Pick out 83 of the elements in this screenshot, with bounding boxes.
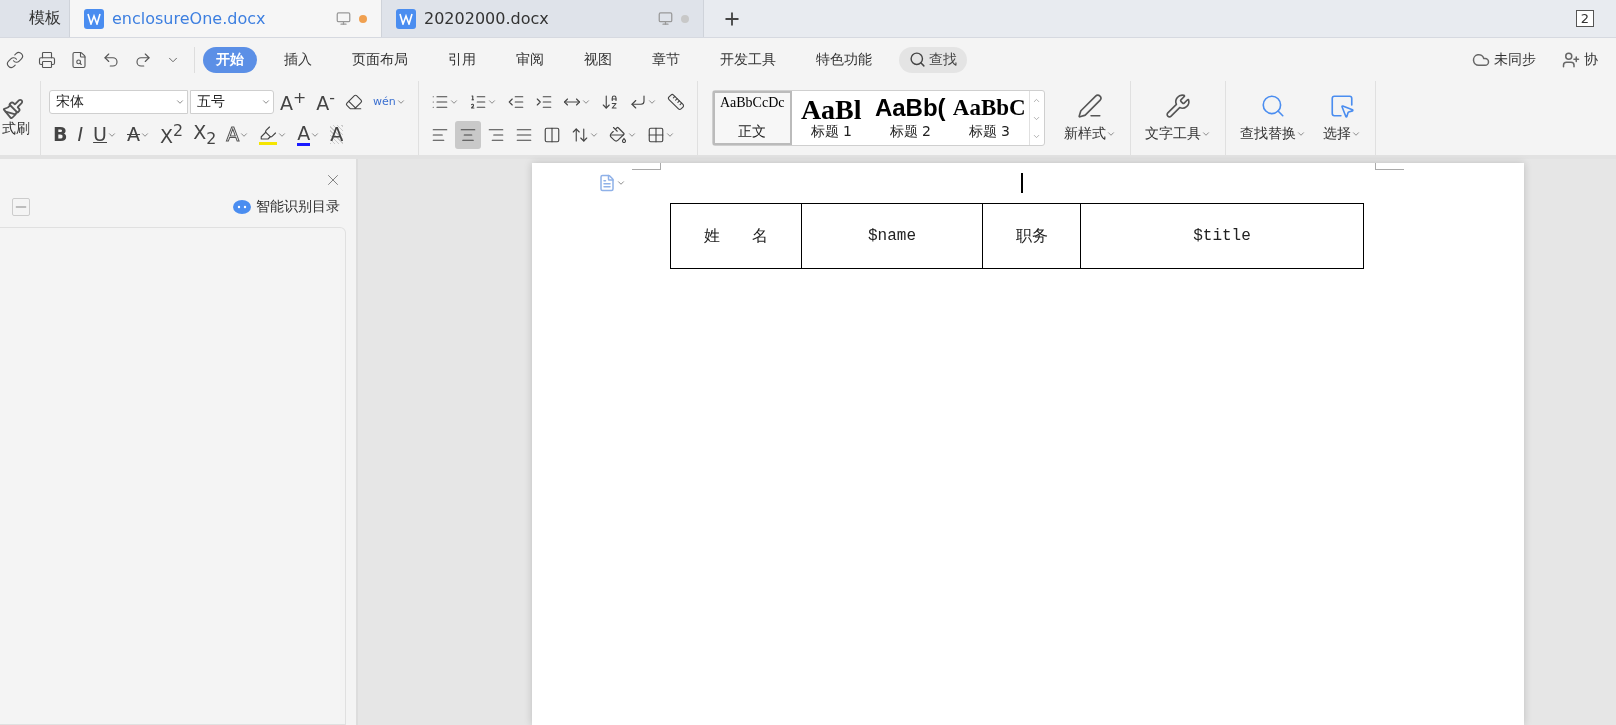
document-icon	[84, 8, 104, 29]
pen-icon	[1076, 93, 1103, 119]
caret-icon	[1350, 129, 1361, 139]
toolbar-button[interactable]: B	[49, 120, 72, 149]
toolbar-button[interactable]: A$^{+}$	[276, 87, 311, 116]
window-count[interactable]: 2	[1575, 10, 1594, 27]
toolbar-button[interactable]: wén	[369, 87, 410, 116]
caret-icon	[1295, 129, 1306, 139]
smart-toc-button[interactable]: 智能识别目录	[227, 197, 346, 217]
caret-icon	[1105, 129, 1116, 139]
sync-button[interactable]: 未同步	[1466, 49, 1542, 70]
print-preview-icon	[70, 50, 88, 69]
style-preview: AaBbCcDc	[719, 95, 785, 111]
tool-button[interactable]: 查找替换	[1233, 93, 1312, 143]
line-spacing-icon	[570, 125, 589, 144]
print-icon	[38, 50, 56, 69]
text-cursor	[1021, 173, 1023, 193]
border-icon	[646, 125, 665, 144]
style-label: 标题 2	[889, 123, 931, 141]
link-icon	[6, 50, 24, 69]
search-button[interactable]: 查找	[899, 46, 967, 73]
table-cell: 职务	[982, 203, 1081, 269]
toolbar-button[interactable]: A	[326, 120, 348, 149]
font-select[interactable]: 宋体	[49, 89, 188, 114]
monitor-icon	[336, 11, 351, 26]
document-icon	[396, 8, 416, 29]
style-label: 正文	[738, 123, 767, 141]
status-dot	[681, 14, 689, 23]
toolbar-button[interactable]: X$_{2}$	[189, 120, 221, 149]
search-icon	[909, 51, 926, 68]
menu-tab[interactable]: 视图	[571, 46, 625, 73]
menu-tab[interactable]: 特色功能	[803, 46, 885, 73]
undo-icon	[102, 50, 120, 69]
wrench-icon	[1164, 93, 1191, 119]
paint-bucket-icon	[608, 125, 627, 144]
toolbar-button[interactable]: U	[89, 120, 121, 149]
distribute-icon	[542, 125, 561, 144]
ruler-icon	[666, 92, 685, 111]
table-cell: 姓 名	[670, 203, 802, 269]
toolbar-button[interactable]: A$^{-}$	[312, 87, 339, 116]
add-user-icon	[1562, 50, 1580, 69]
style-preview: AaBl	[800, 95, 862, 123]
eraser-icon	[345, 92, 363, 111]
style-label: 标题 3	[968, 123, 1010, 141]
margin-mark	[1375, 163, 1404, 170]
dropdown-icon	[616, 178, 626, 188]
style-option[interactable]: AaBbCcDc 正文	[712, 91, 792, 145]
toolbar-button[interactable]: A	[123, 120, 154, 149]
redo-icon	[134, 50, 152, 69]
highlighter-icon	[259, 124, 278, 145]
table-cell: $title	[1080, 203, 1364, 269]
select-icon	[1328, 93, 1355, 119]
tool-button[interactable]: 选择	[1316, 93, 1367, 143]
margin-mark	[632, 163, 661, 170]
menu-tab[interactable]: 章节	[639, 46, 693, 73]
align-button[interactable]	[454, 120, 481, 149]
toolbar-button[interactable]: I	[73, 120, 88, 149]
document-tab[interactable]: enclosureOne.docx	[70, 0, 382, 37]
toolbar-button[interactable]: A	[293, 120, 325, 149]
document-tab[interactable]: 20202000.docx	[382, 0, 704, 37]
sort-icon	[600, 92, 619, 111]
font-size-select[interactable]: 五号	[190, 89, 274, 114]
format-painter-button[interactable]: 式刷	[0, 98, 32, 138]
paintbrush-icon	[2, 98, 24, 120]
menu-tab[interactable]: 审阅	[503, 46, 557, 73]
document-tab[interactable]: 模板	[0, 0, 70, 37]
monitor-icon	[658, 11, 673, 26]
tool-button[interactable]: 新样式	[1057, 93, 1122, 143]
toolbar-button[interactable]: X$^{2}$	[156, 120, 188, 149]
table-cell: $name	[801, 203, 983, 269]
tool-button[interactable]: 文字工具	[1138, 93, 1217, 143]
status-dot	[359, 14, 367, 23]
menu-tab[interactable]: 引用	[435, 46, 489, 73]
menu-tab[interactable]: 页面布局	[339, 46, 421, 73]
numbered-list-icon	[468, 92, 487, 111]
robot-icon	[233, 200, 251, 214]
caret-icon	[1200, 129, 1211, 139]
menu-tab[interactable]: 开发工具	[707, 46, 789, 73]
style-preview: AaBbC	[952, 95, 1026, 121]
collaborate-button[interactable]: 协	[1556, 49, 1604, 70]
menu-tab[interactable]: 插入	[271, 46, 325, 73]
style-preview: AaBb(	[874, 95, 946, 122]
style-label: 标题 1	[810, 123, 852, 141]
